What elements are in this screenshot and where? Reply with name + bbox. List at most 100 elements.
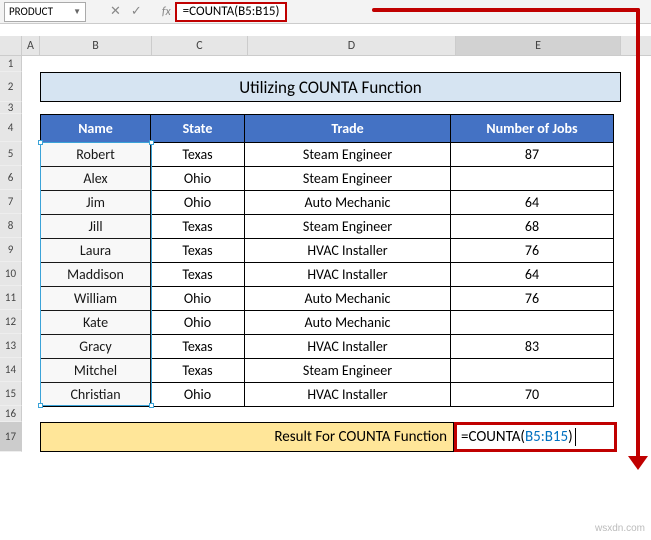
watermark: wsxdn.com (595, 523, 645, 534)
result-row: Result For COUNTA Function =COUNTA(B5:B1… (40, 422, 617, 452)
col-header-d[interactable]: D (248, 36, 456, 55)
row-header[interactable]: 16 (0, 406, 22, 422)
table-row: AlexOhioSteam Engineer (41, 167, 614, 191)
cell-trade[interactable]: Auto Mechanic (245, 191, 451, 215)
name-box-value: PRODUCT (9, 5, 53, 18)
active-cell[interactable]: =COUNTA(B5:B15) (454, 422, 617, 452)
cell-name[interactable]: Alex (41, 167, 151, 191)
cell-jobs[interactable]: 64 (451, 191, 614, 215)
formula-bar-buttons: ✕ ✓ fx (110, 4, 171, 19)
col-header-a[interactable]: A (22, 36, 40, 55)
table-row: RobertTexasSteam Engineer87 (41, 143, 614, 167)
text-cursor (575, 428, 576, 446)
row-header[interactable]: 6 (0, 166, 22, 190)
cell-jobs[interactable]: 76 (451, 239, 614, 263)
row-header[interactable]: 2 (0, 72, 22, 102)
formula-suffix: ) (568, 428, 573, 446)
table-row: MitchelTexasSteam Engineer (41, 359, 614, 383)
cell-state[interactable]: Ohio (151, 287, 245, 311)
row-header[interactable]: 1 (0, 56, 22, 72)
cell-jobs[interactable] (451, 311, 614, 335)
cells-area[interactable]: Utilizing COUNTA Function Name State Tra… (22, 56, 651, 452)
sheet-title: Utilizing COUNTA Function (40, 72, 621, 102)
cell-state[interactable]: Texas (151, 359, 245, 383)
row-header[interactable]: 14 (0, 358, 22, 382)
row-header[interactable]: 9 (0, 238, 22, 262)
cell-name[interactable]: William (41, 287, 151, 311)
row-header[interactable]: 5 (0, 142, 22, 166)
cell-trade[interactable]: HVAC Installer (245, 239, 451, 263)
cell-jobs[interactable]: 87 (451, 143, 614, 167)
cell-state[interactable]: Texas (151, 263, 245, 287)
row-header[interactable]: 8 (0, 214, 22, 238)
row-header[interactable]: 3 (0, 102, 22, 114)
cell-state[interactable]: Texas (151, 215, 245, 239)
cell-name[interactable]: Mitchel (41, 359, 151, 383)
header-state: State (151, 115, 245, 143)
table-row: WilliamOhioAuto Mechanic76 (41, 287, 614, 311)
formula-bar-row: PRODUCT ▼ ✕ ✓ fx =COUNTA(B5:B15) (0, 0, 651, 24)
cell-trade[interactable]: HVAC Installer (245, 263, 451, 287)
cell-state[interactable]: Ohio (151, 383, 245, 407)
column-headers: A B C D E (0, 36, 651, 56)
col-header-c[interactable]: C (152, 36, 248, 55)
spreadsheet-grid: A B C D E 1 2 3 4 5 6 7 8 9 10 11 12 13 … (0, 36, 651, 452)
formula-bar-input[interactable]: =COUNTA(B5:B15) (175, 2, 288, 22)
cell-state[interactable]: Ohio (151, 191, 245, 215)
name-box[interactable]: PRODUCT ▼ (4, 2, 86, 22)
cell-name[interactable]: Jill (41, 215, 151, 239)
select-all-corner[interactable] (0, 36, 22, 55)
formula-ref: B5:B15 (525, 428, 568, 446)
cell-trade[interactable]: Auto Mechanic (245, 311, 451, 335)
cell-jobs[interactable] (451, 359, 614, 383)
cell-trade[interactable]: Steam Engineer (245, 215, 451, 239)
cell-trade[interactable]: Steam Engineer (245, 359, 451, 383)
accept-icon[interactable]: ✓ (131, 4, 142, 19)
col-header-b[interactable]: B (40, 36, 152, 55)
row-header[interactable]: 13 (0, 334, 22, 358)
cell-state[interactable]: Ohio (151, 311, 245, 335)
cell-trade[interactable]: HVAC Installer (245, 335, 451, 359)
cell-jobs[interactable]: 68 (451, 215, 614, 239)
row-header[interactable]: 17 (0, 422, 22, 452)
row-header[interactable]: 15 (0, 382, 22, 406)
row-header[interactable]: 7 (0, 190, 22, 214)
data-table: Name State Trade Number of Jobs RobertTe… (40, 114, 614, 407)
row-headers: 1 2 3 4 5 6 7 8 9 10 11 12 13 14 15 16 1… (0, 56, 22, 452)
cell-trade[interactable]: Steam Engineer (245, 143, 451, 167)
result-label: Result For COUNTA Function (40, 422, 454, 452)
cell-state[interactable]: Texas (151, 239, 245, 263)
header-jobs: Number of Jobs (451, 115, 614, 143)
cell-trade[interactable]: HVAC Installer (245, 383, 451, 407)
row-header[interactable]: 12 (0, 310, 22, 334)
chevron-down-icon[interactable]: ▼ (73, 7, 81, 17)
cell-jobs[interactable] (451, 167, 614, 191)
cell-jobs[interactable]: 76 (451, 287, 614, 311)
cell-name[interactable]: Laura (41, 239, 151, 263)
cell-name[interactable]: Robert (41, 143, 151, 167)
table-row: GracyTexasHVAC Installer83 (41, 335, 614, 359)
table-row: LauraTexasHVAC Installer76 (41, 239, 614, 263)
cell-state[interactable]: Texas (151, 143, 245, 167)
row-header[interactable]: 4 (0, 114, 22, 142)
cell-jobs[interactable]: 83 (451, 335, 614, 359)
header-trade: Trade (245, 115, 451, 143)
col-header-e[interactable]: E (456, 36, 621, 55)
cell-name[interactable]: Jim (41, 191, 151, 215)
cell-state[interactable]: Texas (151, 335, 245, 359)
fx-icon[interactable]: fx (162, 5, 171, 19)
cell-jobs[interactable]: 64 (451, 263, 614, 287)
cell-trade[interactable]: Auto Mechanic (245, 287, 451, 311)
cell-trade[interactable]: Steam Engineer (245, 167, 451, 191)
cancel-icon[interactable]: ✕ (110, 4, 121, 19)
cell-name[interactable]: Maddison (41, 263, 151, 287)
cell-name[interactable]: Christian (41, 383, 151, 407)
cell-jobs[interactable]: 70 (451, 383, 614, 407)
formula-bar-text: =COUNTA(B5:B15) (183, 4, 280, 19)
cell-state[interactable]: Ohio (151, 167, 245, 191)
row-header[interactable]: 10 (0, 262, 22, 286)
cell-name[interactable]: Kate (41, 311, 151, 335)
cell-name[interactable]: Gracy (41, 335, 151, 359)
table-row: KateOhioAuto Mechanic (41, 311, 614, 335)
row-header[interactable]: 11 (0, 286, 22, 310)
